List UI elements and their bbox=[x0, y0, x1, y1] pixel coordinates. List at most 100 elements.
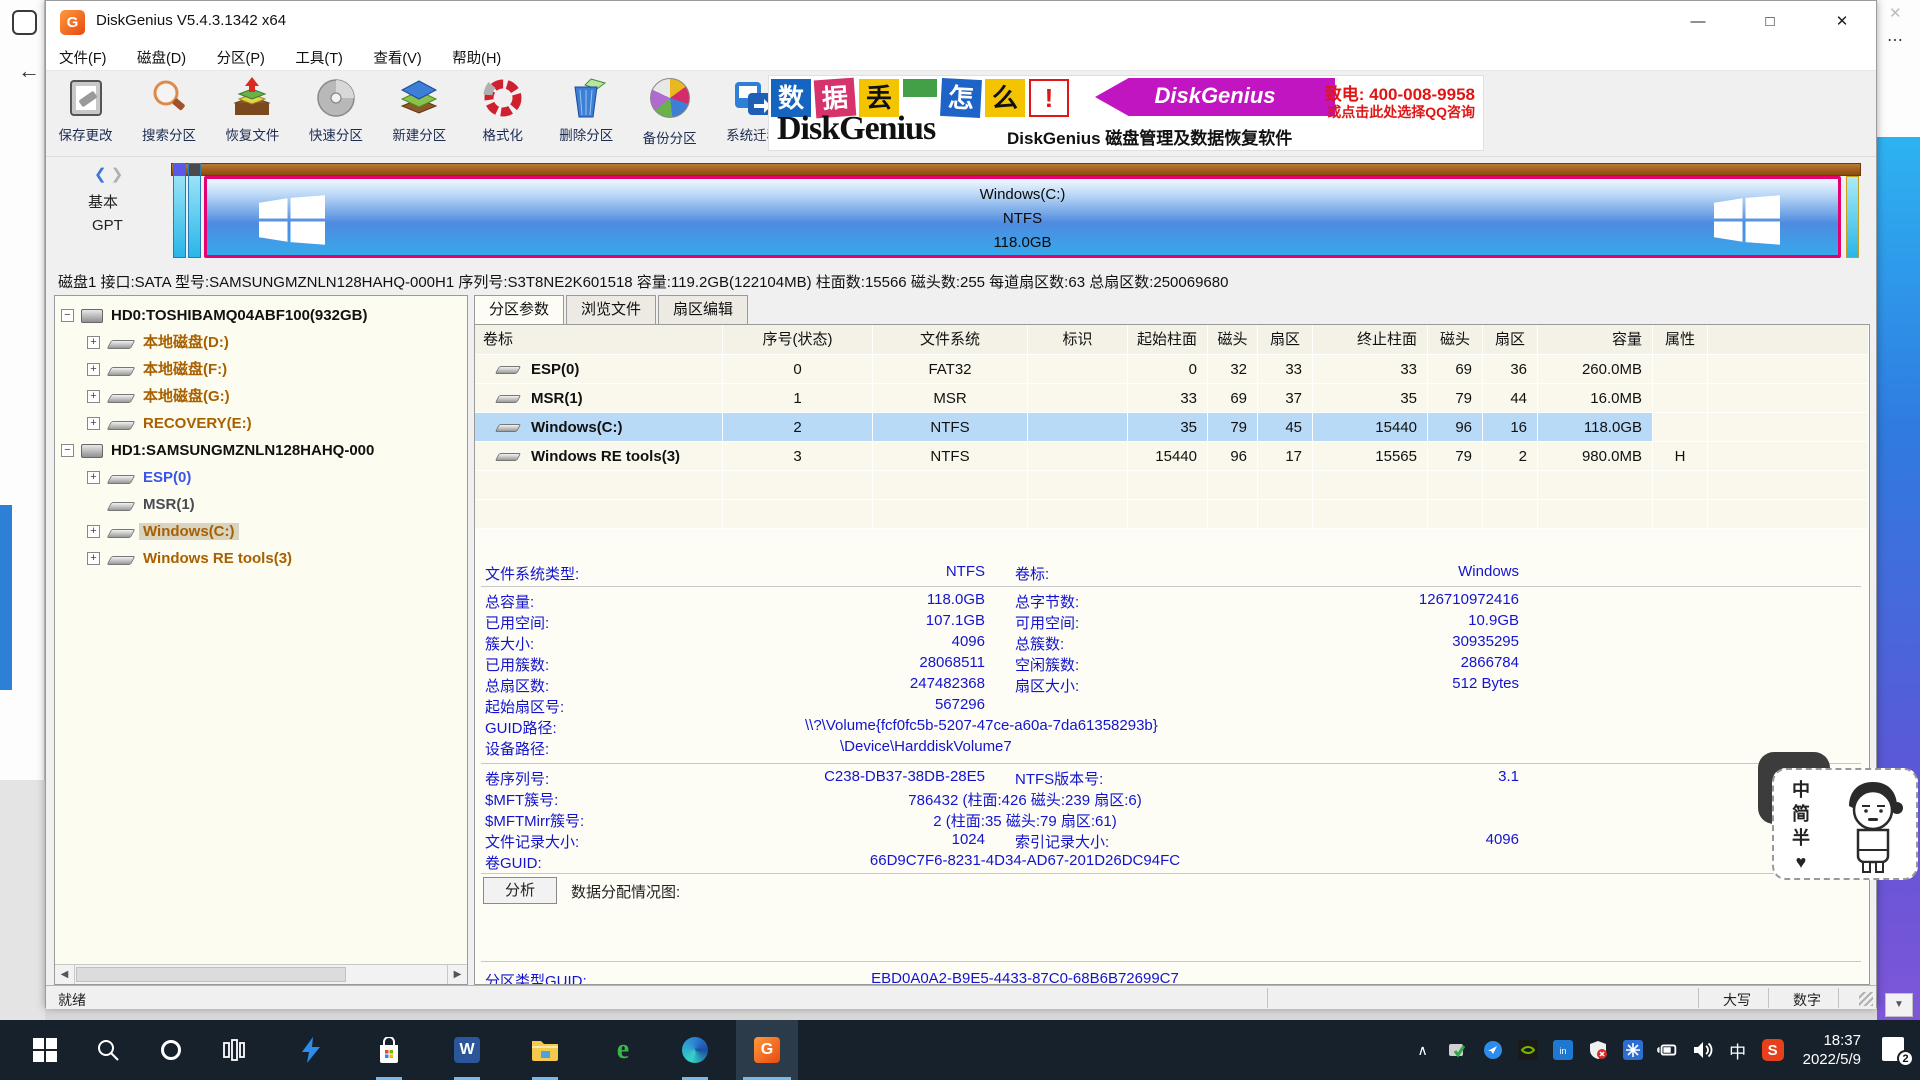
taskbar-search-button[interactable] bbox=[77, 1020, 139, 1080]
tree-item-hd0[interactable]: − HD0:TOSHIBAMQ04ABF100(932GB) bbox=[55, 302, 467, 329]
edge-button[interactable] bbox=[664, 1020, 726, 1080]
maximize-button[interactable]: □ bbox=[1738, 1, 1802, 43]
collapse-icon[interactable]: − bbox=[61, 309, 74, 322]
tray-nvidia-icon[interactable] bbox=[1517, 1039, 1539, 1061]
notification-center-button[interactable]: 2 bbox=[1880, 1035, 1910, 1065]
table-row-windows-c[interactable]: Windows(C:) 2 NTFS 35 79 45 15440 96 16 … bbox=[475, 413, 1869, 442]
search-partition-button[interactable]: 搜索分区 bbox=[129, 71, 208, 153]
green-e-icon: e bbox=[610, 1037, 636, 1063]
menu-view[interactable]: 查看(V) bbox=[360, 43, 434, 72]
tray-sync-icon[interactable] bbox=[1447, 1039, 1469, 1061]
recover-files-button[interactable]: 恢复文件 bbox=[213, 71, 292, 153]
ad-banner[interactable]: 数 据 丢 怎 么 ! DiskGenius DiskGenius 致电: 40… bbox=[768, 75, 1484, 151]
tree-item-msr[interactable]: MSR(1) bbox=[55, 491, 467, 518]
cortana-button[interactable] bbox=[140, 1020, 202, 1080]
resize-grip[interactable] bbox=[1859, 992, 1873, 1006]
scrollbar-thumb[interactable] bbox=[76, 967, 346, 982]
expand-icon[interactable]: + bbox=[87, 525, 100, 538]
tree-horizontal-scrollbar[interactable]: ◀ ▶ bbox=[55, 964, 467, 984]
tray-power-icon[interactable] bbox=[1657, 1039, 1679, 1061]
notification-badge: 2 bbox=[1897, 1050, 1914, 1067]
tree-item-local-f[interactable]: + 本地磁盘(F:) bbox=[55, 356, 467, 383]
scroll-left-icon[interactable]: ◀ bbox=[55, 965, 75, 984]
collapse-icon[interactable]: − bbox=[61, 444, 74, 457]
ime-widget-card[interactable]: 中 简 半 ♥ bbox=[1772, 768, 1918, 880]
msr-partition-sliver[interactable] bbox=[188, 163, 201, 258]
detail-line: 簇大小:4096 总簇数:30935295 bbox=[475, 633, 1869, 654]
expand-icon[interactable]: + bbox=[87, 363, 100, 376]
tree-item-esp[interactable]: + ESP(0) bbox=[55, 464, 467, 491]
desktop-dropdown-icon[interactable]: ▼ bbox=[1885, 993, 1913, 1017]
expand-icon[interactable]: + bbox=[87, 336, 100, 349]
detail-line: 文件系统类型:NTFS 卷标:Windows bbox=[475, 563, 1869, 584]
expand-icon[interactable]: + bbox=[87, 390, 100, 403]
recover-files-icon bbox=[229, 75, 275, 121]
tray-volume-icon[interactable] bbox=[1692, 1039, 1714, 1061]
menu-tools[interactable]: 工具(T) bbox=[282, 43, 356, 72]
minimize-button[interactable]: — bbox=[1666, 1, 1730, 43]
windows-c-partition-bar[interactable]: Windows(C:) NTFS 118.0GB bbox=[204, 176, 1841, 258]
tray-ime-indicator[interactable]: 中 bbox=[1727, 1039, 1749, 1061]
detail-line: 已用簇数:28068511 空闲簇数:2866784 bbox=[475, 654, 1869, 675]
detail-line-device-path: 设备路径:\Device\HarddiskVolume7 bbox=[475, 738, 1869, 759]
tray-defender-icon[interactable] bbox=[1587, 1039, 1609, 1061]
start-button[interactable] bbox=[14, 1020, 76, 1080]
menu-disk[interactable]: 磁盘(D) bbox=[124, 43, 199, 72]
flash-app-button[interactable] bbox=[280, 1020, 342, 1080]
backup-partition-button[interactable]: 备份分区 bbox=[630, 71, 709, 153]
edge-icon bbox=[682, 1037, 708, 1063]
menu-help[interactable]: 帮助(H) bbox=[439, 43, 514, 72]
tree-item-recovery-e[interactable]: + RECOVERY(E:) bbox=[55, 410, 467, 437]
table-row-esp[interactable]: ESP(0) 0 FAT32 0 32 33 33 69 36 260.0MB bbox=[475, 355, 1869, 384]
tab-partition-params[interactable]: 分区参数 bbox=[474, 295, 564, 324]
expand-icon[interactable]: + bbox=[87, 471, 100, 484]
delete-partition-button[interactable]: 删除分区 bbox=[547, 71, 626, 153]
word-button[interactable]: W bbox=[436, 1020, 498, 1080]
ime-char: 中 bbox=[1790, 778, 1812, 802]
next-disk-icon[interactable]: ❯ bbox=[111, 166, 124, 183]
task-view-button[interactable] bbox=[203, 1020, 265, 1080]
ad-tile: 么 bbox=[985, 79, 1025, 117]
ad-ribbon: DiskGenius bbox=[1095, 78, 1335, 116]
quick-partition-button[interactable]: 快速分区 bbox=[296, 71, 375, 153]
tab-sector-edit[interactable]: 扇区编辑 bbox=[658, 295, 748, 324]
format-button[interactable]: 格式化 bbox=[463, 71, 542, 153]
tray-intel-icon[interactable]: in bbox=[1552, 1039, 1574, 1061]
taskbar-clock[interactable]: 18:37 2022/5/9 bbox=[1797, 1031, 1867, 1069]
tray-snowflake-icon[interactable] bbox=[1622, 1039, 1644, 1061]
menu-partition[interactable]: 分区(P) bbox=[204, 43, 278, 72]
word-icon: W bbox=[454, 1037, 480, 1063]
save-changes-button[interactable]: 保存更改 bbox=[46, 71, 125, 153]
file-explorer-button[interactable] bbox=[514, 1020, 576, 1080]
tray-sogou-icon[interactable]: S bbox=[1762, 1039, 1784, 1061]
disk-map: Windows(C:) NTFS 118.0GB bbox=[171, 161, 1861, 261]
expand-icon[interactable]: + bbox=[87, 552, 100, 565]
tree-item-local-g[interactable]: + 本地磁盘(G:) bbox=[55, 383, 467, 410]
analyze-button[interactable]: 分析 bbox=[483, 877, 557, 904]
scroll-right-icon[interactable]: ▶ bbox=[447, 965, 467, 984]
table-row-msr[interactable]: MSR(1) 1 MSR 33 69 37 35 79 44 16.0MB bbox=[475, 384, 1869, 413]
esp-partition-sliver[interactable] bbox=[173, 163, 186, 258]
menu-file[interactable]: 文件(F) bbox=[46, 43, 120, 72]
tab-browse-files[interactable]: 浏览文件 bbox=[566, 295, 656, 324]
tray-chevron-icon[interactable]: ∧ bbox=[1412, 1039, 1434, 1061]
close-button[interactable]: ✕ bbox=[1810, 1, 1874, 43]
ad-qq-link[interactable]: 或点击此处选择QQ咨询 bbox=[1327, 102, 1475, 122]
disk-nav-arrows[interactable]: ❮ ❯ bbox=[94, 165, 123, 183]
tree-item-hd1[interactable]: − HD1:SAMSUNGMZNLN128HAHQ-000 bbox=[55, 437, 467, 464]
store-button[interactable] bbox=[358, 1020, 420, 1080]
expand-icon[interactable]: + bbox=[87, 417, 100, 430]
tree-item-windows-c[interactable]: + Windows(C:) bbox=[55, 518, 467, 545]
table-row-windows-re[interactable]: Windows RE tools(3) 3 NTFS 15440 96 17 1… bbox=[475, 442, 1869, 471]
tree-item-local-d[interactable]: + 本地磁盘(D:) bbox=[55, 329, 467, 356]
recovery-partition-sliver[interactable] bbox=[1846, 176, 1859, 258]
green-browser-button[interactable]: e bbox=[592, 1020, 654, 1080]
tray-messenger-icon[interactable] bbox=[1482, 1039, 1504, 1061]
prev-disk-icon[interactable]: ❮ bbox=[94, 166, 107, 183]
status-numlock: 数字 bbox=[1772, 990, 1842, 1010]
ime-status-widget[interactable]: 中 简 半 ♥ bbox=[1772, 768, 1918, 882]
new-partition-button[interactable]: 新建分区 bbox=[380, 71, 459, 153]
diskgenius-taskbar-button[interactable]: G bbox=[736, 1020, 798, 1080]
back-arrow-icon: ← bbox=[18, 58, 40, 84]
tree-item-windows-re[interactable]: + Windows RE tools(3) bbox=[55, 545, 467, 572]
